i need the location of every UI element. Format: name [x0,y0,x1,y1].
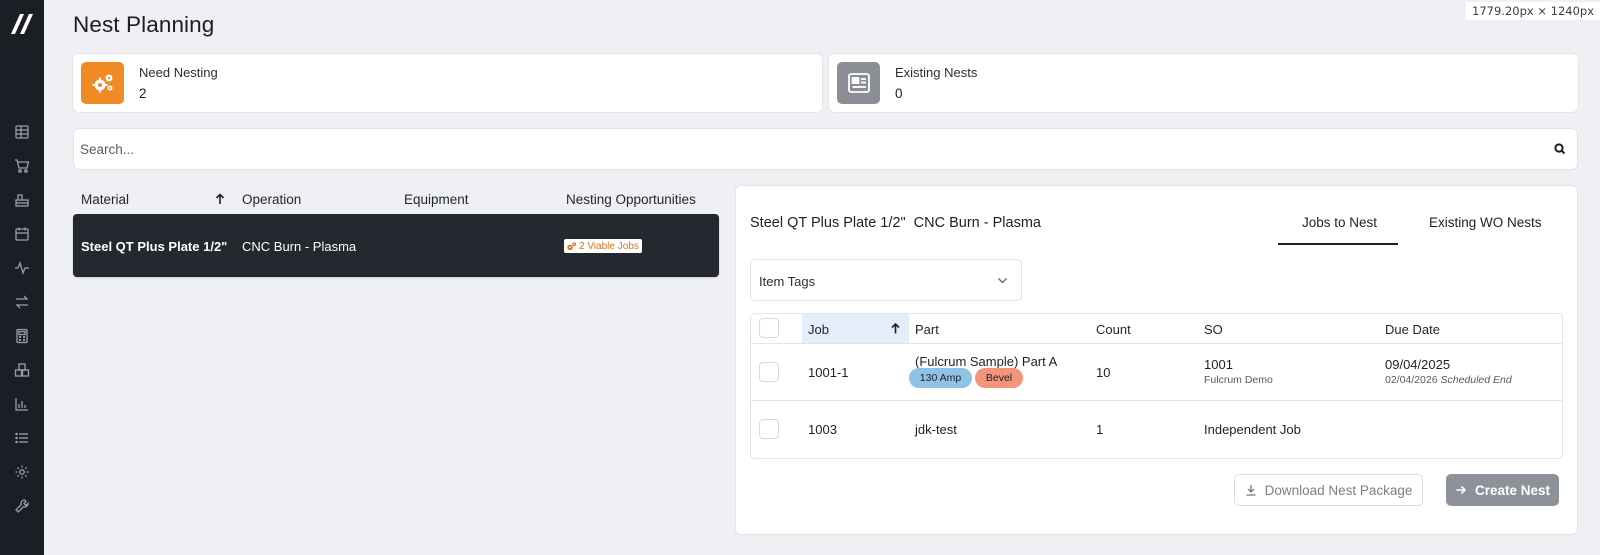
dimension-readout: 1779.20px × 1240px [1466,2,1600,20]
nav-activity[interactable] [0,257,44,279]
existing-nests-badge [837,62,880,104]
transfer-icon [15,295,29,309]
viable-jobs-badge: 2 Viable Jobs [564,239,642,253]
download-label: Download Nest Package [1264,482,1413,498]
detail-material: Steel QT Plus Plate 1/2" [750,215,906,231]
need-nesting-card[interactable]: Need Nesting 2 [73,54,822,112]
nav-cart[interactable] [0,155,44,177]
col-header-operation[interactable]: Operation [242,192,301,207]
part-cell: jdk-test [915,422,957,437]
calculator-icon [16,328,28,344]
col-header-so[interactable]: SO [1204,322,1223,337]
item-tags-select[interactable]: Item Tags [750,259,1022,301]
col-header-job[interactable]: Job [808,322,829,337]
row-checkbox[interactable] [759,362,779,382]
existing-nests-label: Existing Nests [895,65,978,80]
col-header-due-date[interactable]: Due Date [1385,322,1440,337]
cart-icon [15,159,30,173]
table-icon [15,125,29,139]
need-nesting-badge [81,62,124,104]
page-title: Nest Planning [73,12,215,37]
existing-nests-card[interactable]: Existing Nests 0 [829,54,1578,112]
search-bar [73,128,1578,170]
bar-chart-icon [15,398,28,411]
job-row[interactable]: 1003 jdk-test 1 Independent Job [751,401,1562,458]
so-cell: 1001 [1204,357,1233,372]
download-nest-package-button[interactable]: Download Nest Package [1234,474,1423,506]
detail-title: Steel QT Plus Plate 1/2" CNC Burn - Plas… [750,215,1041,231]
tag-130-amp: 130 Amp [909,368,972,388]
row-checkbox[interactable] [759,419,779,439]
gear-icon [15,465,29,479]
col-header-count[interactable]: Count [1096,322,1131,337]
so-cell: Independent Job [1204,422,1301,437]
nav-tools[interactable] [0,495,44,517]
newspaper-icon [847,73,870,93]
active-tab-indicator [1278,243,1398,245]
col-header-material[interactable]: Material [81,192,129,207]
calendar-icon [15,227,29,241]
nav-table[interactable] [0,121,44,143]
job-row[interactable]: 1001-1 (Fulcrum Sample) Part A 130 Amp B… [751,344,1562,401]
material-row[interactable]: Steel QT Plus Plate 1/2" CNC Burn - Plas… [73,214,719,277]
need-nesting-label: Need Nesting [139,65,218,80]
scheduled-end-cell: 02/04/2026 Scheduled End [1385,374,1512,386]
download-icon [1246,485,1256,496]
job-cell: 1001-1 [808,365,849,380]
nav-calculator[interactable] [0,325,44,347]
tag-bevel: Bevel [975,368,1023,388]
material-cell: Steel QT Plus Plate 1/2" [81,239,228,254]
sort-ascending-icon[interactable] [213,192,227,206]
viable-jobs-text: 2 Viable Jobs [579,240,639,252]
gears-icon [92,74,112,93]
boxes-icon [14,363,30,377]
nav-calendar[interactable] [0,223,44,245]
nav-transfer[interactable] [0,291,44,313]
tab-jobs-to-nest[interactable]: Jobs to Nest [1302,215,1377,230]
so-sub-cell: Fulcrum Demo [1204,374,1273,386]
chevron-down-icon [997,277,1008,284]
scheduled-end-label: Scheduled End [1440,374,1512,386]
item-tags-label: Item Tags [759,274,816,289]
sort-ascending-icon[interactable] [889,322,902,335]
nest-detail-panel: Steel QT Plus Plate 1/2" CNC Burn - Plas… [735,185,1578,535]
col-header-equipment[interactable]: Equipment [404,192,469,207]
gears-icon [567,241,577,250]
nav-factory[interactable] [0,189,44,211]
part-cell: (Fulcrum Sample) Part A [915,354,1058,369]
select-all-checkbox[interactable] [759,318,779,338]
jobs-table: Job Part Count SO Due Date 1001-1 (Fulcr… [750,313,1563,459]
detail-operation: CNC Burn - Plasma [913,215,1041,231]
nav-settings[interactable] [0,461,44,483]
count-cell: 1 [1096,422,1104,437]
count-cell: 10 [1096,365,1111,380]
nav-list[interactable] [0,427,44,449]
wrench-icon [15,499,29,513]
create-label: Create Nest [1474,482,1551,498]
create-nest-button[interactable]: Create Nest [1446,474,1559,506]
jobs-table-header: Job Part Count SO Due Date [751,314,1562,344]
search-icon[interactable] [1553,142,1567,156]
factory-icon [15,194,29,207]
sidebar [0,0,44,555]
list-icon [15,432,28,444]
tab-existing-wo-nests[interactable]: Existing WO Nests [1429,215,1542,230]
need-nesting-value: 2 [139,86,147,101]
arrow-right-icon [1456,485,1467,495]
operation-cell: CNC Burn - Plasma [242,239,357,254]
logo-icon[interactable] [9,12,35,36]
scheduled-end-date: 02/04/2026 [1385,374,1438,386]
existing-nests-value: 0 [895,86,903,101]
job-cell: 1003 [808,422,837,437]
activity-icon [15,261,29,275]
col-header-part[interactable]: Part [915,322,939,337]
search-input[interactable] [80,129,1540,169]
nav-bar-chart[interactable] [0,393,44,415]
col-header-nesting-opportunities[interactable]: Nesting Opportunities [566,192,696,207]
nav-boxes[interactable] [0,359,44,381]
due-date-cell: 09/04/2025 [1385,357,1451,372]
